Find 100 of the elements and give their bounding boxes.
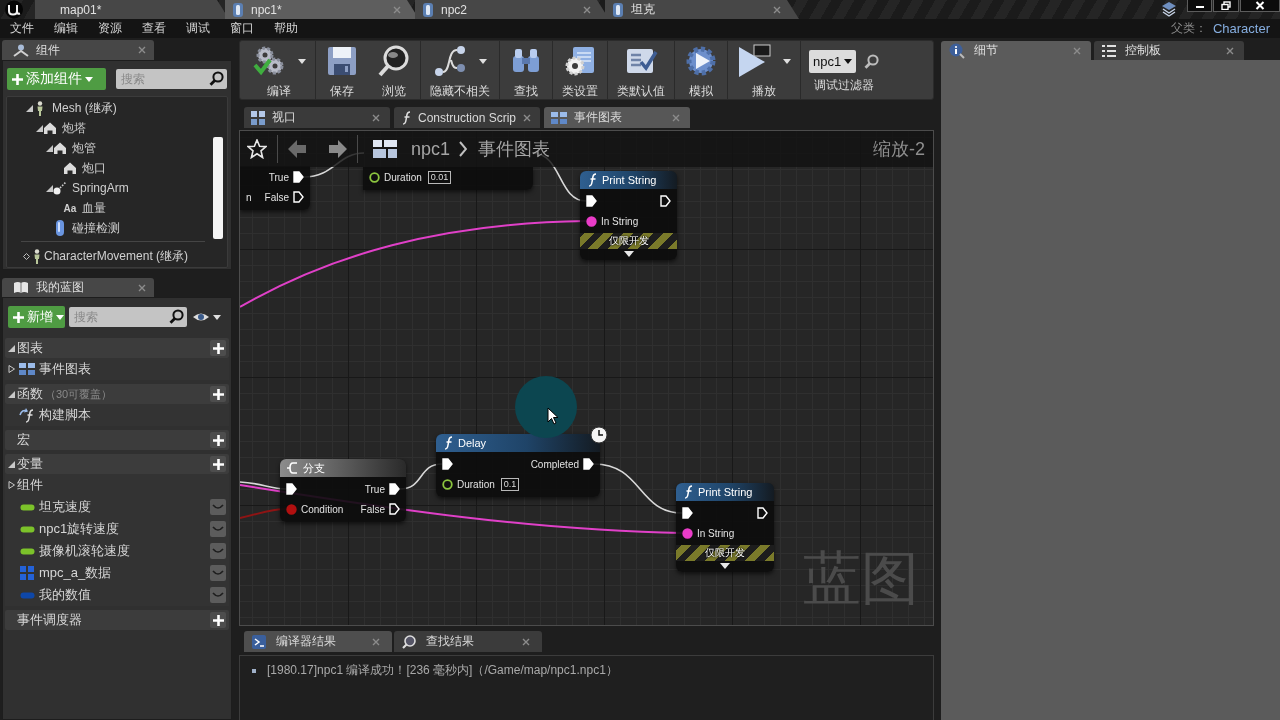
tree-item[interactable]: Mesh (继承): [7, 98, 213, 118]
exec-pin-icon[interactable]: [389, 483, 400, 495]
exec-pin-icon[interactable]: [660, 195, 671, 207]
editor-tab[interactable]: Construction Scrip: [394, 107, 540, 128]
tree-item[interactable]: Aa 血量: [7, 198, 213, 218]
visibility-toggle[interactable]: [210, 499, 226, 515]
close-button[interactable]: [1240, 0, 1280, 12]
menu-item[interactable]: 帮助: [264, 19, 308, 38]
exec-pin-icon[interactable]: [293, 171, 304, 183]
document-tab[interactable]: 坦克: [605, 0, 799, 19]
close-icon[interactable]: [1226, 46, 1234, 55]
triangle-icon[interactable]: [8, 481, 15, 489]
section-header[interactable]: 函数（30可覆盖）: [5, 384, 229, 404]
tree-item[interactable]: 炮管: [7, 138, 213, 158]
value-field[interactable]: 0.1: [500, 477, 520, 491]
tree-item[interactable]: 炮口: [7, 158, 213, 178]
layers-icon[interactable]: [1161, 1, 1177, 18]
menu-item[interactable]: 文件: [0, 19, 44, 38]
toolbar-button[interactable]: 类默认值: [608, 41, 675, 99]
panel-tab[interactable]: 细节: [941, 41, 1091, 60]
visibility-toggle[interactable]: [210, 543, 226, 559]
menu-item[interactable]: 查看: [132, 19, 176, 38]
panel-tab[interactable]: 控制板: [1094, 41, 1244, 60]
expand-arrow-icon[interactable]: [623, 251, 634, 257]
panel-tab[interactable]: 我的蓝图: [2, 278, 154, 297]
visibility-toggle[interactable]: [210, 521, 226, 537]
menu-item[interactable]: 编辑: [44, 19, 88, 38]
float-pin-icon[interactable]: [442, 478, 453, 490]
toolbar-button[interactable]: 类设置: [553, 41, 608, 99]
menu-item[interactable]: 调试: [176, 19, 220, 38]
section-header[interactable]: 事件调度器: [5, 610, 229, 630]
close-icon[interactable]: [773, 5, 781, 14]
triangle-icon[interactable]: [35, 124, 43, 132]
panel-tab[interactable]: 编译器结果: [244, 631, 392, 652]
panel-tab[interactable]: 组件: [2, 40, 154, 60]
string-pin-icon[interactable]: [682, 527, 693, 539]
exec-pin-icon[interactable]: [293, 191, 304, 203]
value-field[interactable]: 0.01: [427, 170, 452, 184]
section-header[interactable]: 宏: [5, 430, 229, 450]
add-button[interactable]: [210, 432, 226, 448]
add-button[interactable]: [210, 456, 226, 472]
delay-node[interactable]: Duration 0.01: [363, 167, 533, 190]
panel-tab[interactable]: 查找结果: [394, 631, 542, 652]
float-pin-icon[interactable]: [369, 171, 380, 183]
close-icon[interactable]: [138, 46, 146, 54]
close-icon[interactable]: [372, 113, 380, 122]
close-icon[interactable]: [138, 283, 146, 292]
close-icon[interactable]: [583, 5, 591, 14]
toolbar-button[interactable]: 查找: [500, 41, 553, 99]
exec-pin-icon[interactable]: [389, 503, 400, 515]
section-header[interactable]: 图表: [5, 338, 229, 358]
toolbar-button[interactable]: 隐藏不相关: [421, 41, 500, 99]
back-arrow-icon[interactable]: [288, 140, 306, 158]
menu-item[interactable]: 窗口: [220, 19, 264, 38]
forward-arrow-icon[interactable]: [329, 140, 347, 158]
exec-pin-icon[interactable]: [757, 507, 768, 519]
debug-filter-dropdown[interactable]: npc1: [809, 50, 857, 73]
close-icon[interactable]: [522, 637, 530, 646]
triangle-icon[interactable]: [8, 390, 15, 398]
triangle-icon[interactable]: [8, 344, 15, 352]
editor-tab[interactable]: 事件图表: [544, 107, 690, 128]
tree-item[interactable]: 碰撞检测: [7, 218, 213, 238]
section-header[interactable]: 变量: [5, 454, 229, 474]
tree-item[interactable]: 炮塔: [7, 118, 213, 138]
exec-pin-icon[interactable]: [442, 458, 453, 470]
search-icon[interactable]: [864, 54, 880, 69]
editor-tab[interactable]: 视口: [244, 107, 390, 128]
search-icon[interactable]: [209, 71, 224, 86]
visibility-toggle[interactable]: [210, 565, 226, 581]
print-string-node[interactable]: Print String In String 仅限开发: [580, 171, 677, 260]
breadcrumb-link[interactable]: npc1: [411, 138, 451, 160]
breadcrumb-link[interactable]: 事件图表: [478, 137, 551, 161]
triangle-icon[interactable]: [45, 184, 53, 192]
menu-item[interactable]: 资源: [88, 19, 132, 38]
triangle-icon[interactable]: [8, 460, 15, 468]
toolbar-button[interactable]: 保存: [316, 41, 368, 99]
add-button[interactable]: [210, 612, 226, 628]
close-icon[interactable]: [523, 113, 532, 122]
tree-item[interactable]: CharacterMovement (继承): [7, 246, 213, 266]
star-icon[interactable]: [247, 139, 267, 159]
search-field[interactable]: 搜索: [116, 69, 227, 89]
toolbar-button[interactable]: 模拟: [675, 41, 728, 99]
toolbar-button[interactable]: 浏览: [368, 41, 421, 99]
visibility-toggle[interactable]: [210, 587, 226, 603]
triangle-icon[interactable]: [8, 365, 15, 373]
branch-node[interactable]: 分支 True Condition False: [280, 459, 406, 522]
triangle-icon[interactable]: [45, 144, 53, 152]
parent-class-link[interactable]: Character: [1212, 21, 1270, 36]
close-icon[interactable]: [372, 637, 380, 646]
string-pin-icon[interactable]: [586, 215, 597, 227]
delay-node[interactable]: Delay Completed Duration 0.1: [436, 434, 600, 497]
bool-pin-icon[interactable]: [286, 503, 297, 515]
scrollbar-thumb[interactable]: [213, 137, 223, 239]
search-field[interactable]: 搜索: [69, 307, 187, 327]
add-button[interactable]: [210, 340, 226, 356]
branch-node[interactable]: True n False: [240, 166, 310, 210]
exec-pin-icon[interactable]: [682, 507, 693, 519]
exec-pin-icon[interactable]: [286, 483, 297, 495]
minimize-button[interactable]: [1187, 0, 1212, 12]
triangle-icon[interactable]: [25, 104, 33, 112]
